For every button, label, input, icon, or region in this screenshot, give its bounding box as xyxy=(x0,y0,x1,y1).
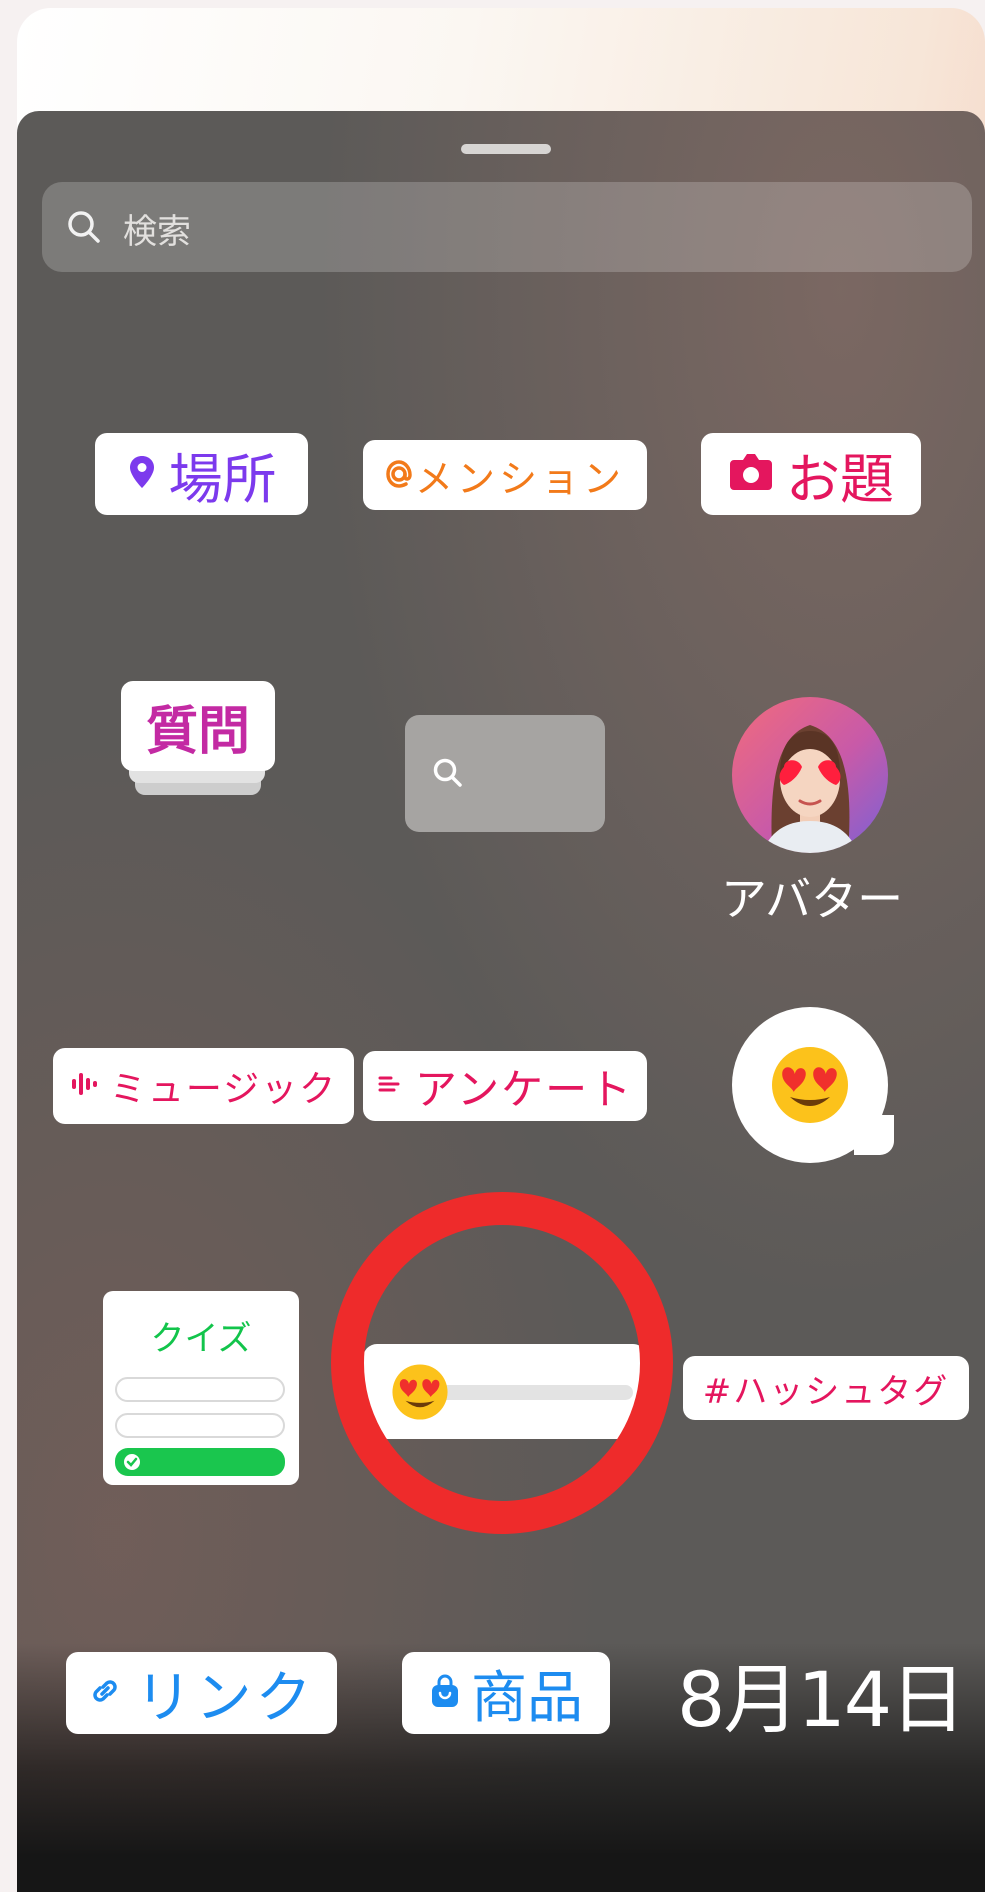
mention-sticker-label: メンション xyxy=(414,456,625,501)
camera-icon xyxy=(728,452,774,496)
product-sticker[interactable]: 商品 xyxy=(402,1652,610,1734)
check-circle-icon xyxy=(124,1454,140,1470)
story-editor-screen: 検索 場所 メンション お題 質問 アバター ミュージック アンケート クイズ … xyxy=(17,8,985,1892)
emoji-reaction-sticker[interactable] xyxy=(732,1007,894,1163)
poll-lines-icon xyxy=(377,1072,401,1100)
hashtag-sticker[interactable]: #ハッシュタグ xyxy=(683,1356,969,1420)
prompt-sticker-label: お題 xyxy=(786,447,894,511)
music-sticker-label: ミュージック xyxy=(109,1069,338,1110)
at-sign-icon xyxy=(385,458,413,492)
avatar-face-icon xyxy=(762,725,858,853)
location-pin-icon xyxy=(127,454,157,494)
sticker-tray: 検索 場所 メンション お題 質問 アバター ミュージック アンケート クイズ … xyxy=(17,111,985,1892)
location-sticker-label: 場所 xyxy=(168,447,277,511)
search-sticker[interactable] xyxy=(405,715,605,832)
questions-sticker-card: 質問 xyxy=(121,681,275,771)
mention-sticker[interactable]: メンション xyxy=(363,440,647,510)
quiz-option xyxy=(115,1413,285,1438)
avatar-sticker-label: アバター xyxy=(720,872,904,926)
prompt-sticker[interactable]: お題 xyxy=(701,433,921,515)
shopping-bag-icon xyxy=(429,1673,461,1713)
music-sticker[interactable]: ミュージック xyxy=(53,1048,354,1124)
search-icon xyxy=(66,209,102,249)
search-icon xyxy=(431,756,465,794)
quiz-sticker[interactable]: クイズ xyxy=(103,1291,299,1485)
hashtag-sticker-label: #ハッシュタグ xyxy=(702,1371,950,1412)
link-sticker[interactable]: リンク xyxy=(66,1652,337,1734)
link-icon xyxy=(88,1674,122,1712)
search-placeholder: 検索 xyxy=(123,212,191,252)
poll-sticker[interactable]: アンケート xyxy=(363,1051,647,1121)
link-sticker-label: リンク xyxy=(135,1665,316,1731)
heart-eyes-emoji-icon xyxy=(772,1047,848,1123)
date-sticker[interactable]: 8月14日 xyxy=(677,1638,966,1748)
questions-sticker-label: 質問 xyxy=(145,701,250,762)
quiz-option xyxy=(115,1377,285,1402)
quiz-sticker-label: クイズ xyxy=(150,1319,252,1359)
drag-handle[interactable] xyxy=(461,144,551,154)
music-wave-icon xyxy=(70,1070,100,1102)
quiz-correct-option xyxy=(115,1448,285,1476)
location-sticker[interactable]: 場所 xyxy=(95,433,308,515)
avatar-sticker[interactable] xyxy=(732,697,888,853)
highlight-circle xyxy=(331,1192,673,1534)
product-sticker-label: 商品 xyxy=(471,1665,583,1731)
poll-sticker-label: アンケート xyxy=(414,1064,634,1114)
sticker-search-input[interactable]: 検索 xyxy=(42,182,972,272)
bubble-tail xyxy=(854,1115,894,1155)
